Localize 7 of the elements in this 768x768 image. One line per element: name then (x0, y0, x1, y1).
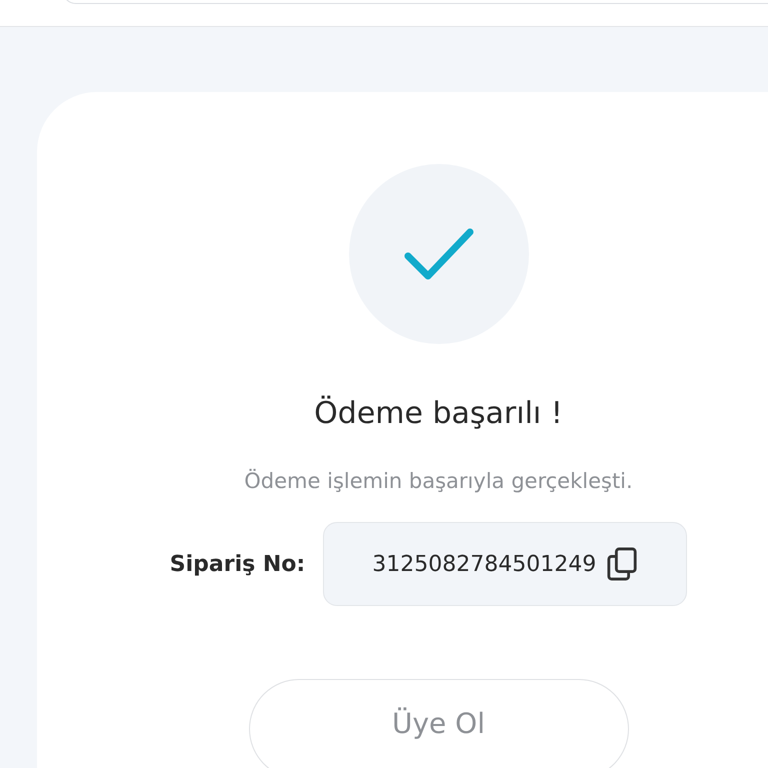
order-number: 3125082784501249 (372, 552, 596, 576)
status-title: Ödeme başarılı ! (314, 394, 563, 433)
signup-button[interactable]: Üye Ol (248, 679, 628, 768)
copy-icon[interactable] (606, 547, 638, 581)
order-label: Sipariş No: (170, 552, 306, 576)
status-message: Ödeme işlemin başarıyla gerçekleşti. (244, 468, 633, 495)
check-icon (404, 226, 474, 282)
